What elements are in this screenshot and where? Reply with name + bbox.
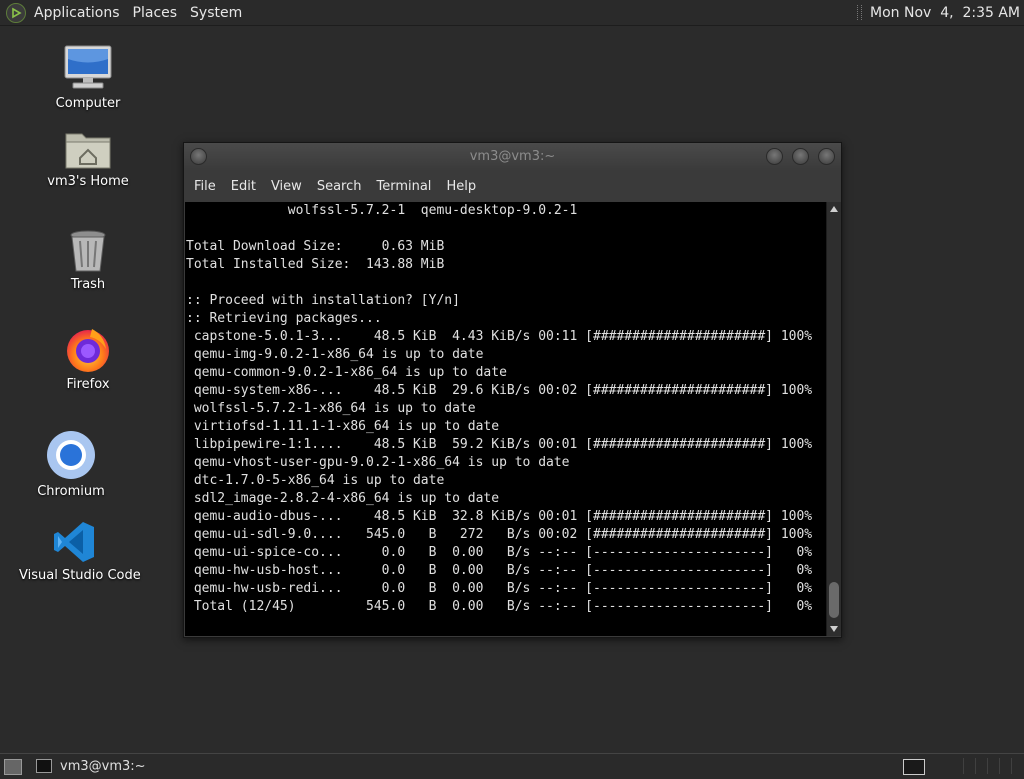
panel-grip <box>857 5 862 20</box>
distro-logo-icon[interactable] <box>6 2 26 23</box>
show-desktop-icon[interactable] <box>4 759 22 775</box>
top-panel: Applications Places System Mon Nov 4, 2:… <box>0 0 1024 26</box>
terminal-line: qemu-audio-dbus-... 48.5 KiB 32.8 KiB/s … <box>186 509 813 524</box>
terminal-line: wolfssl-5.7.2-1 qemu-desktop-9.0.2-1 <box>186 203 578 218</box>
desktop-icon-vscode[interactable]: Visual Studio Code <box>19 520 141 583</box>
terminal-line: qemu-hw-usb-redi... 0.0 B 0.00 B/s --:--… <box>186 581 813 596</box>
panel-tray <box>963 758 1023 774</box>
terminal-output[interactable]: wolfssl-5.7.2-1 qemu-desktop-9.0.2-1 Tot… <box>185 202 826 636</box>
terminal-line: qemu-ui-spice-co... 0.0 B 0.00 B/s --:--… <box>186 545 813 560</box>
maximize-button[interactable] <box>792 148 809 165</box>
panel-menus: Applications Places System <box>6 0 255 25</box>
terminal-line: Total Installed Size: 143.88 MiB <box>186 257 445 272</box>
scrollbar-thumb[interactable] <box>829 582 839 618</box>
desktop-icon-label: Chromium <box>37 484 105 499</box>
terminal-line: :: Proceed with installation? [Y/n] <box>186 293 460 308</box>
places-menu[interactable]: Places <box>133 5 178 21</box>
desktop-icon-trash[interactable]: Trash <box>33 229 143 292</box>
terminal-line: Total (12/45) 545.0 B 0.00 B/s --:-- [--… <box>186 599 813 614</box>
close-button[interactable] <box>818 148 835 165</box>
window-title: vm3@vm3:~ <box>469 149 556 164</box>
vscode-icon <box>54 522 94 562</box>
terminal-line: qemu-system-x86-... 48.5 KiB 29.6 KiB/s … <box>186 383 813 398</box>
terminal-line: libpipewire-1:1.... 48.5 KiB 59.2 KiB/s … <box>186 437 813 452</box>
menu-view[interactable]: View <box>271 179 302 194</box>
terminal-line: dtc-1.7.0-5-x86_64 is up to date <box>186 473 445 488</box>
home-folder-icon <box>65 133 111 169</box>
taskbar-item-label: vm3@vm3:~ <box>60 758 146 774</box>
desktop-icon-firefox[interactable]: Firefox <box>33 325 143 392</box>
window-menu-icon[interactable] <box>190 148 207 165</box>
terminal-line: virtiofsd-1.11.1-1-x86_64 is up to date <box>186 419 500 434</box>
desktop-icon-label: vm3's Home <box>47 174 129 189</box>
menu-search[interactable]: Search <box>317 179 362 194</box>
firefox-icon <box>67 329 109 372</box>
scroll-up-arrow-icon[interactable] <box>830 206 838 212</box>
clock[interactable]: Mon Nov 4, 2:35 AM <box>870 5 1020 21</box>
system-menu[interactable]: System <box>190 5 242 21</box>
workspace-switcher[interactable] <box>903 759 925 775</box>
terminal-line: qemu-hw-usb-host... 0.0 B 0.00 B/s --:--… <box>186 563 813 578</box>
terminal-line: capstone-5.0.1-3... 48.5 KiB 4.43 KiB/s … <box>186 329 813 344</box>
terminal-line: qemu-img-9.0.2-1-x86_64 is up to date <box>186 347 484 362</box>
terminal-menubar: File Edit View Search Terminal Help <box>184 171 841 201</box>
bottom-panel: vm3@vm3:~ <box>0 753 1024 779</box>
panel-right: Mon Nov 4, 2:35 AM <box>857 0 1020 25</box>
terminal-scrollbar[interactable] <box>826 202 841 636</box>
desktop-icon-label: Visual Studio Code <box>19 568 141 583</box>
applications-menu[interactable]: Applications <box>34 5 120 21</box>
trash-icon <box>70 230 106 272</box>
menu-edit[interactable]: Edit <box>231 179 256 194</box>
terminal-task-icon <box>36 759 52 773</box>
window-titlebar[interactable]: vm3@vm3:~ <box>184 143 841 171</box>
terminal-line: qemu-common-9.0.2-1-x86_64 is up to date <box>186 365 507 380</box>
desktop-icon-home[interactable]: vm3's Home <box>33 128 143 189</box>
menu-terminal[interactable]: Terminal <box>376 179 431 194</box>
terminal-line: :: Retrieving packages... <box>186 311 382 326</box>
desktop-icon-chromium[interactable]: Chromium <box>16 430 126 499</box>
menu-file[interactable]: File <box>194 179 216 194</box>
desktop-icon-computer[interactable]: Computer <box>33 44 143 111</box>
terminal-line: qemu-vhost-user-gpu-9.0.2-1-x86_64 is up… <box>186 455 570 470</box>
desktop-icon-label: Computer <box>55 96 121 111</box>
computer-icon <box>64 45 112 89</box>
chromium-icon <box>47 431 95 479</box>
terminal-line: sdl2_image-2.8.2-4-x86_64 is up to date <box>186 491 500 506</box>
menu-help[interactable]: Help <box>446 179 476 194</box>
minimize-button[interactable] <box>766 148 783 165</box>
terminal-line: Total Download Size: 0.63 MiB <box>186 239 445 254</box>
terminal-line: wolfssl-5.7.2-1-x86_64 is up to date <box>186 401 476 416</box>
terminal-line: qemu-ui-sdl-9.0.... 545.0 B 272 B/s 00:0… <box>186 527 813 542</box>
terminal-window[interactable]: vm3@vm3:~ File Edit View Search Terminal… <box>183 142 842 638</box>
desktop-icon-label: Firefox <box>66 377 110 392</box>
desktop-icon-label: Trash <box>70 277 106 292</box>
scroll-down-arrow-icon[interactable] <box>830 626 838 632</box>
taskbar-item-terminal[interactable]: vm3@vm3:~ <box>36 756 146 776</box>
